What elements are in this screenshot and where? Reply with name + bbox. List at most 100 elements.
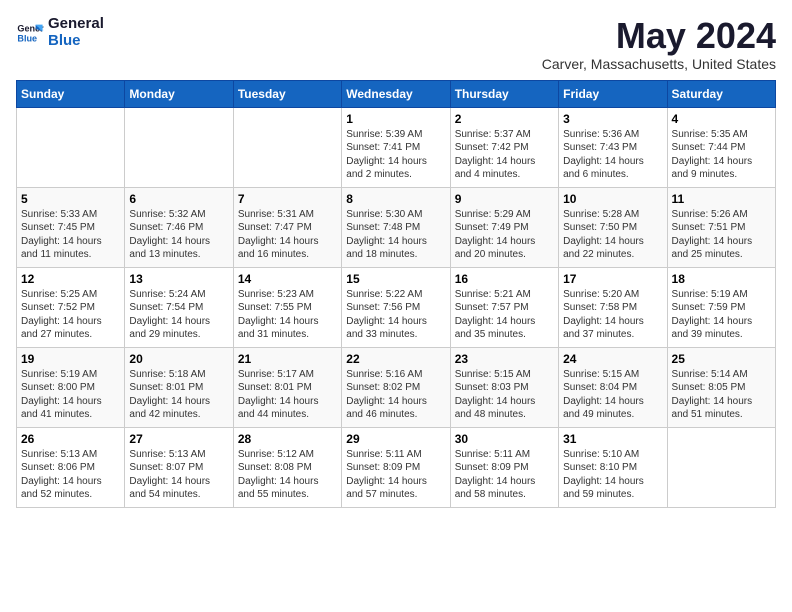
day-info: Sunrise: 5:15 AM Sunset: 8:04 PM Dayligh…: [563, 368, 662, 422]
day-info: Sunrise: 5:25 AM Sunset: 7:52 PM Dayligh…: [21, 288, 120, 342]
day-number: 16: [455, 272, 554, 286]
day-number: 19: [21, 352, 120, 366]
day-info: Sunrise: 5:26 AM Sunset: 7:51 PM Dayligh…: [672, 208, 771, 262]
day-header-sunday: Sunday: [17, 80, 125, 107]
week-row-1: 1 Sunrise: 5:39 AM Sunset: 7:41 PM Daylig…: [17, 107, 776, 187]
calendar-cell: 10 Sunrise: 5:28 AM Sunset: 7:50 PM Dayli…: [559, 187, 667, 267]
day-info: Sunrise: 5:19 AM Sunset: 8:00 PM Dayligh…: [21, 368, 120, 422]
day-header-saturday: Saturday: [667, 80, 775, 107]
calendar-cell: 31 Sunrise: 5:10 AM Sunset: 8:10 PM Dayli…: [559, 427, 667, 507]
week-row-4: 19 Sunrise: 5:19 AM Sunset: 8:00 PM Dayli…: [17, 347, 776, 427]
calendar-cell: 12 Sunrise: 5:25 AM Sunset: 7:52 PM Dayli…: [17, 267, 125, 347]
day-number: 10: [563, 192, 662, 206]
logo-line2: Blue: [48, 33, 104, 50]
calendar-cell: 28 Sunrise: 5:12 AM Sunset: 8:08 PM Dayli…: [233, 427, 341, 507]
month-title: May 2024: [542, 16, 776, 56]
calendar-cell: [667, 427, 775, 507]
day-header-friday: Friday: [559, 80, 667, 107]
day-info: Sunrise: 5:24 AM Sunset: 7:54 PM Dayligh…: [129, 288, 228, 342]
calendar-cell: 18Sunrise: 5:19 AM Sunset: 7:59 PM Dayli…: [667, 267, 775, 347]
page-header: General Blue General Blue May 2024 Carve…: [16, 16, 776, 72]
day-number: 14: [238, 272, 337, 286]
calendar-cell: 11 Sunrise: 5:26 AM Sunset: 7:51 PM Dayli…: [667, 187, 775, 267]
day-number: 4: [672, 112, 771, 126]
day-number: 18: [672, 272, 771, 286]
calendar-cell: 7 Sunrise: 5:31 AM Sunset: 7:47 PM Daylig…: [233, 187, 341, 267]
calendar-cell: 19 Sunrise: 5:19 AM Sunset: 8:00 PM Dayli…: [17, 347, 125, 427]
day-info: Sunrise: 5:14 AM Sunset: 8:05 PM Dayligh…: [672, 368, 771, 422]
day-info: Sunrise: 5:39 AM Sunset: 7:41 PM Dayligh…: [346, 128, 445, 182]
day-info: Sunrise: 5:33 AM Sunset: 7:45 PM Dayligh…: [21, 208, 120, 262]
day-info: Sunrise: 5:13 AM Sunset: 8:06 PM Dayligh…: [21, 448, 120, 502]
calendar-cell: 30 Sunrise: 5:11 AM Sunset: 8:09 PM Dayli…: [450, 427, 558, 507]
calendar-cell: 16 Sunrise: 5:21 AM Sunset: 7:57 PM Dayli…: [450, 267, 558, 347]
day-number: 7: [238, 192, 337, 206]
calendar-cell: 26 Sunrise: 5:13 AM Sunset: 8:06 PM Dayli…: [17, 427, 125, 507]
day-number: 9: [455, 192, 554, 206]
calendar-cell: 23 Sunrise: 5:15 AM Sunset: 8:03 PM Dayli…: [450, 347, 558, 427]
day-number: 2: [455, 112, 554, 126]
day-info: Sunrise: 5:21 AM Sunset: 7:57 PM Dayligh…: [455, 288, 554, 342]
day-info: Sunrise: 5:20 AM Sunset: 7:58 PM Dayligh…: [563, 288, 662, 342]
week-row-2: 5 Sunrise: 5:33 AM Sunset: 7:45 PM Daylig…: [17, 187, 776, 267]
day-number: 5: [21, 192, 120, 206]
day-info: Sunrise: 5:32 AM Sunset: 7:46 PM Dayligh…: [129, 208, 228, 262]
day-number: 12: [21, 272, 120, 286]
day-number: 30: [455, 432, 554, 446]
day-number: 28: [238, 432, 337, 446]
logo-line1: General: [48, 16, 104, 33]
day-info: Sunrise: 5:29 AM Sunset: 7:49 PM Dayligh…: [455, 208, 554, 262]
day-number: 21: [238, 352, 337, 366]
day-info: Sunrise: 5:18 AM Sunset: 8:01 PM Dayligh…: [129, 368, 228, 422]
day-number: 11: [672, 192, 771, 206]
calendar-cell: 29 Sunrise: 5:11 AM Sunset: 8:09 PM Dayli…: [342, 427, 450, 507]
calendar-cell: [17, 107, 125, 187]
day-number: 8: [346, 192, 445, 206]
calendar-table: SundayMondayTuesdayWednesdayThursdayFrid…: [16, 80, 776, 508]
calendar-cell: 6 Sunrise: 5:32 AM Sunset: 7:46 PM Daylig…: [125, 187, 233, 267]
calendar-cell: 14Sunrise: 5:23 AM Sunset: 7:55 PM Dayli…: [233, 267, 341, 347]
day-number: 25: [672, 352, 771, 366]
day-header-thursday: Thursday: [450, 80, 558, 107]
calendar-cell: 13 Sunrise: 5:24 AM Sunset: 7:54 PM Dayli…: [125, 267, 233, 347]
day-number: 1: [346, 112, 445, 126]
day-info: Sunrise: 5:35 AM Sunset: 7:44 PM Dayligh…: [672, 128, 771, 182]
calendar-cell: 2 Sunrise: 5:37 AM Sunset: 7:42 PM Daylig…: [450, 107, 558, 187]
day-info: Sunrise: 5:37 AM Sunset: 7:42 PM Dayligh…: [455, 128, 554, 182]
calendar-cell: 5 Sunrise: 5:33 AM Sunset: 7:45 PM Daylig…: [17, 187, 125, 267]
day-info: Sunrise: 5:12 AM Sunset: 8:08 PM Dayligh…: [238, 448, 337, 502]
day-number: 24: [563, 352, 662, 366]
week-row-5: 26 Sunrise: 5:13 AM Sunset: 8:06 PM Dayli…: [17, 427, 776, 507]
day-header-row: SundayMondayTuesdayWednesdayThursdayFrid…: [17, 80, 776, 107]
day-info: Sunrise: 5:30 AM Sunset: 7:48 PM Dayligh…: [346, 208, 445, 262]
calendar-cell: 9 Sunrise: 5:29 AM Sunset: 7:49 PM Daylig…: [450, 187, 558, 267]
day-header-wednesday: Wednesday: [342, 80, 450, 107]
day-number: 17: [563, 272, 662, 286]
day-info: Sunrise: 5:31 AM Sunset: 7:47 PM Dayligh…: [238, 208, 337, 262]
day-info: Sunrise: 5:28 AM Sunset: 7:50 PM Dayligh…: [563, 208, 662, 262]
calendar-cell: 17 Sunrise: 5:20 AM Sunset: 7:58 PM Dayli…: [559, 267, 667, 347]
day-number: 26: [21, 432, 120, 446]
calendar-cell: 25 Sunrise: 5:14 AM Sunset: 8:05 PM Dayli…: [667, 347, 775, 427]
day-number: 27: [129, 432, 228, 446]
day-info: Sunrise: 5:11 AM Sunset: 8:09 PM Dayligh…: [455, 448, 554, 502]
day-number: 31: [563, 432, 662, 446]
calendar-cell: [125, 107, 233, 187]
day-number: 6: [129, 192, 228, 206]
day-info: Sunrise: 5:11 AM Sunset: 8:09 PM Dayligh…: [346, 448, 445, 502]
day-info: Sunrise: 5:10 AM Sunset: 8:10 PM Dayligh…: [563, 448, 662, 502]
calendar-cell: 21 Sunrise: 5:17 AM Sunset: 8:01 PM Dayli…: [233, 347, 341, 427]
day-number: 3: [563, 112, 662, 126]
calendar-cell: 3Sunrise: 5:36 AM Sunset: 7:43 PM Daylig…: [559, 107, 667, 187]
day-info: Sunrise: 5:15 AM Sunset: 8:03 PM Dayligh…: [455, 368, 554, 422]
day-number: 23: [455, 352, 554, 366]
calendar-cell: 20 Sunrise: 5:18 AM Sunset: 8:01 PM Dayli…: [125, 347, 233, 427]
day-number: 15: [346, 272, 445, 286]
day-info: Sunrise: 5:22 AM Sunset: 7:56 PM Dayligh…: [346, 288, 445, 342]
calendar-cell: 24 Sunrise: 5:15 AM Sunset: 8:04 PM Dayli…: [559, 347, 667, 427]
logo-icon: General Blue: [16, 19, 44, 47]
day-number: 20: [129, 352, 228, 366]
day-number: 13: [129, 272, 228, 286]
day-info: Sunrise: 5:17 AM Sunset: 8:01 PM Dayligh…: [238, 368, 337, 422]
day-number: 29: [346, 432, 445, 446]
